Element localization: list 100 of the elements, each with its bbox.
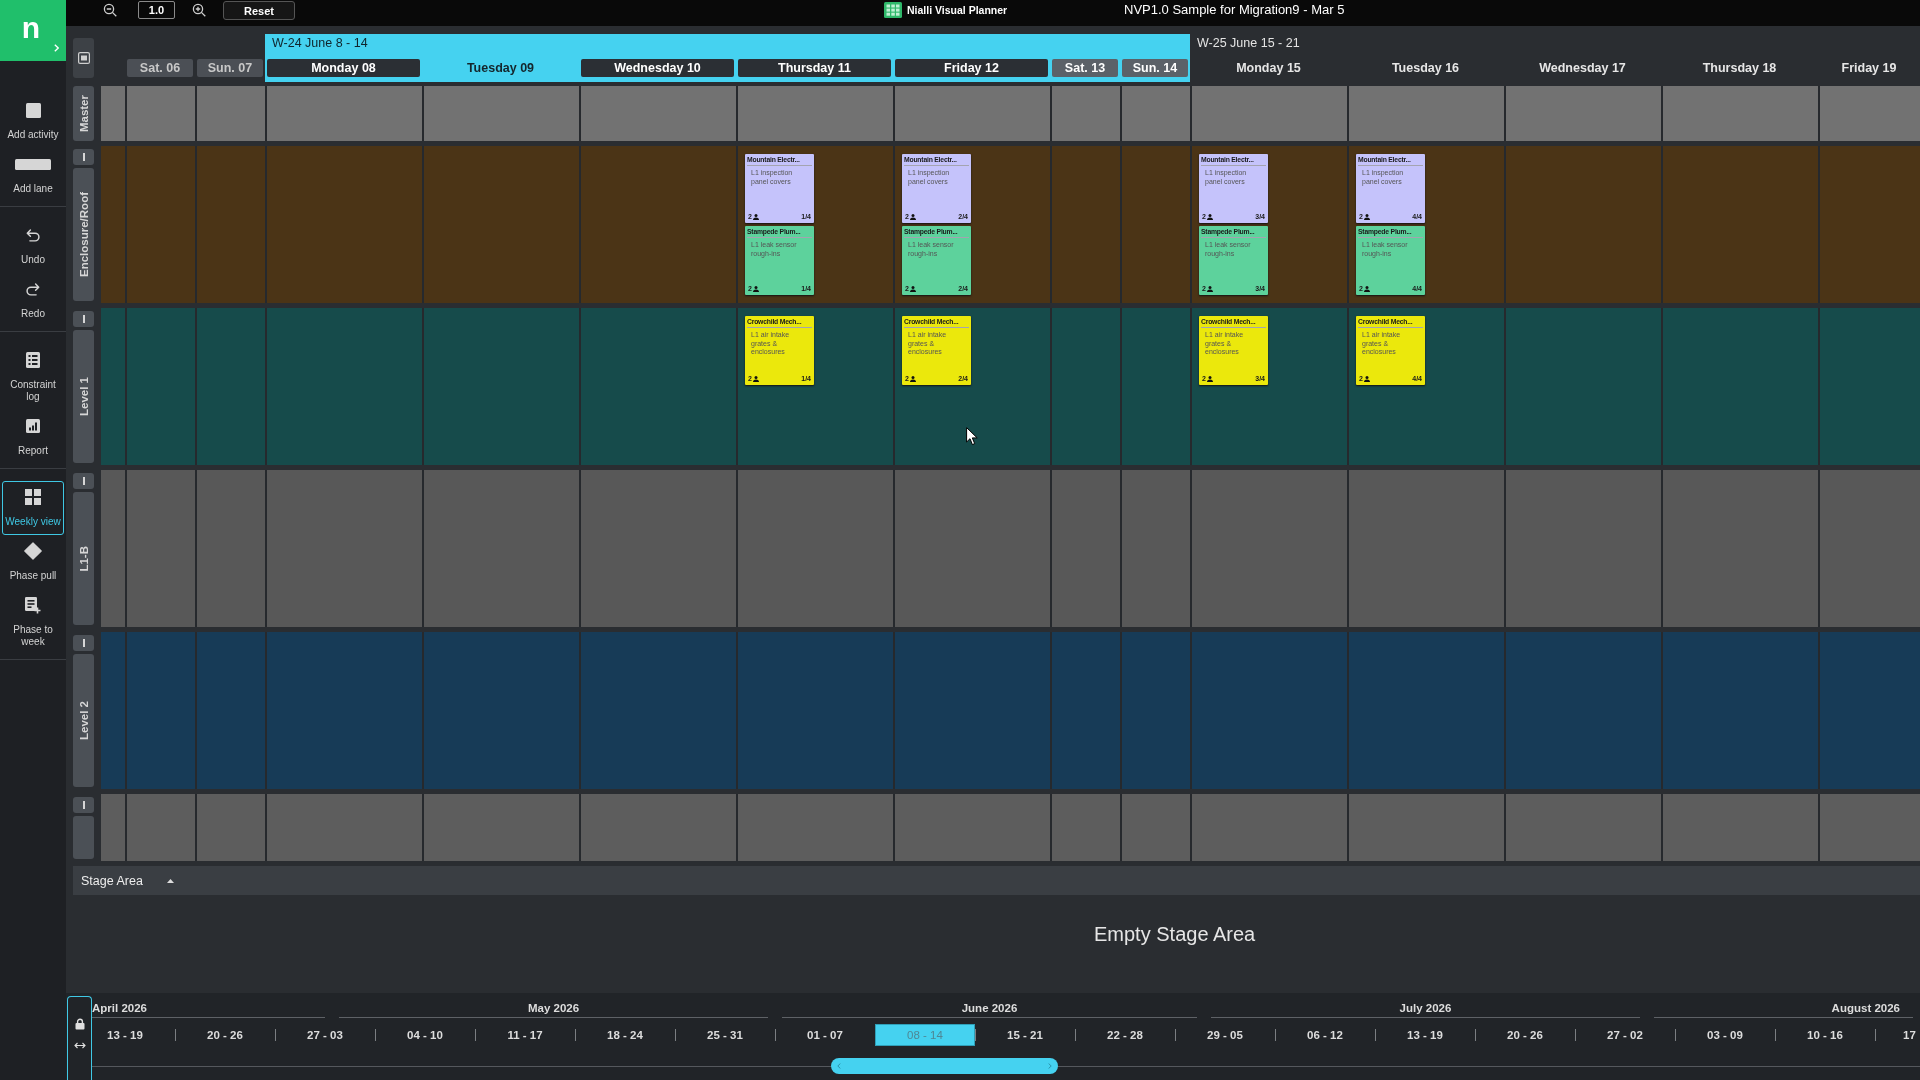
week-label: W-24 June 8 - 14 [272,36,368,50]
person-icon [1206,376,1213,382]
sidebar-item[interactable]: Weekly view [2,481,64,535]
redo-icon [26,282,40,296]
week-range[interactable]: 13 - 19 [92,1024,175,1046]
collapse-lane-button[interactable] [73,311,94,327]
lock-toggle[interactable] [67,996,92,1080]
person-icon [752,286,759,292]
month-label: July 2026 [1399,1002,1452,1014]
week-range[interactable]: 04 - 10 [375,1024,475,1046]
chevron-left-icon [837,1063,841,1069]
panel-icon [77,52,90,64]
week-range[interactable]: 18 - 24 [575,1024,675,1046]
month-label: August 2026 [1831,1002,1900,1014]
caret-up-icon[interactable] [166,878,174,883]
collapse-lane-button[interactable] [73,635,94,651]
sidebar-item[interactable]: Report [2,410,64,464]
day-label: Sun. 07 [197,59,263,77]
month-label: June 2026 [961,1002,1018,1014]
square-icon [25,102,41,118]
collapse-lane-button[interactable] [73,473,94,489]
week-range[interactable]: 15 - 21 [975,1024,1075,1046]
week-range[interactable]: 11 - 17 [475,1024,575,1046]
day-label: Thursday 18 [1701,60,1778,77]
lane-label[interactable]: Level 2 [73,654,94,787]
collapse-icon [82,153,85,161]
grid-logo-icon [884,2,902,18]
lane-label[interactable]: Level 1 [73,330,94,463]
person-icon [1363,376,1370,382]
collapse-icon [82,315,85,323]
day-label: Wednesday 10 [581,59,734,77]
day-label: Monday 08 [267,59,420,77]
week-range[interactable]: 20 - 26 [175,1024,275,1046]
scrollbar-thumb[interactable] [831,1058,1058,1074]
lane-handle[interactable] [73,816,94,859]
chevron-right-icon [1048,1063,1052,1069]
grid-icon [25,489,41,505]
stage-area-header[interactable]: Stage Area [73,866,1920,895]
lane-label[interactable]: L1-B [73,492,94,625]
sidebar-item[interactable]: Constraint log [2,344,64,410]
week-range[interactable]: 17 [1875,1024,1920,1046]
sidebar-item[interactable]: Redo [2,273,64,327]
lane-label[interactable]: Master [73,86,94,141]
sidebar-item[interactable]: Phase pull [2,535,64,589]
day-label: Friday 19 [1840,60,1898,77]
week-range[interactable]: 13 - 19 [1375,1024,1475,1046]
collapse-lane-button[interactable] [73,149,94,165]
person-icon [1206,214,1213,220]
day-label: Sat. 06 [127,59,193,77]
week-range[interactable]: 25 - 31 [675,1024,775,1046]
day-label: Wednesday 17 [1538,60,1627,77]
week-range[interactable]: 27 - 02 [1575,1024,1675,1046]
lane-label[interactable]: Enclosure/Roof [73,168,94,301]
week-range[interactable]: 22 - 28 [1075,1024,1175,1046]
day-label: Tuesday 09 [465,60,536,77]
day-label: Tuesday 16 [1390,60,1461,77]
day-label: Sat. 13 [1052,59,1118,77]
day-label: Thursday 11 [738,59,891,77]
collapse-icon [82,801,85,809]
week-range[interactable]: 10 - 16 [1775,1024,1875,1046]
week-range[interactable]: 20 - 26 [1475,1024,1575,1046]
bar-icon [15,158,51,170]
week-range[interactable]: 03 - 09 [1675,1024,1775,1046]
person-icon [1363,214,1370,220]
zoom-in-icon[interactable] [192,3,206,17]
add-document-icon [25,596,41,614]
person-icon [909,214,916,220]
week-range[interactable]: 27 - 03 [275,1024,375,1046]
zoom-out-icon[interactable] [103,3,117,17]
app-name: Nialli Visual Planner [907,4,1008,16]
month-label: April 2026 [92,1002,147,1014]
sidebar-item[interactable]: Add activity [2,94,64,148]
person-icon [752,376,759,382]
collapse-lane-button[interactable] [73,797,94,813]
person-icon [909,376,916,382]
zoom-field[interactable]: 1.0 [138,1,175,19]
sidebar-item[interactable]: Phase to week [2,589,64,655]
logo-letter: n [21,12,41,43]
stage-area-title: Stage Area [81,873,143,888]
person-icon [909,286,916,292]
week-range[interactable]: 06 - 12 [1275,1024,1375,1046]
diamond-icon [24,542,42,560]
document-title: NVP1.0 Sample for Migration9 - Mar 5 [1124,2,1345,17]
sidebar-item[interactable]: Undo [2,219,64,273]
lock-icon [74,1018,85,1030]
week-range[interactable]: 29 - 05 [1175,1024,1275,1046]
horizontal-arrows-icon [73,1042,86,1049]
bar-chart-icon [26,419,40,433]
lane-panel-button[interactable] [73,38,94,78]
person-icon [1206,286,1213,292]
day-label: Sun. 14 [1122,59,1188,77]
collapse-icon [82,639,85,647]
list-icon [26,352,40,368]
mouse-cursor-icon [966,427,978,446]
undo-icon [26,228,40,242]
person-icon [1363,286,1370,292]
week-range[interactable]: 01 - 07 [775,1024,875,1046]
day-label: Monday 15 [1235,60,1302,77]
reset-button[interactable]: Reset [223,1,295,20]
sidebar-item[interactable]: Add lane [2,148,64,202]
